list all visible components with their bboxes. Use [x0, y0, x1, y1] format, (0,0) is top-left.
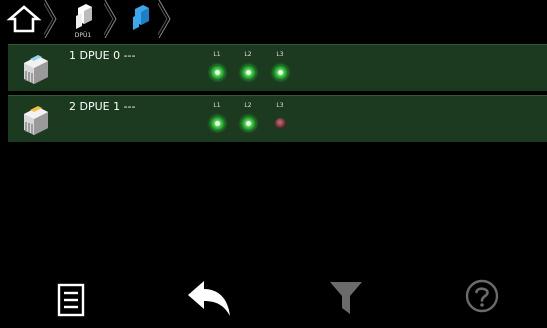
- back-button[interactable]: [186, 278, 230, 322]
- phase-l1: L1: [207, 51, 227, 80]
- home-icon: [6, 5, 42, 33]
- toolbar: [0, 268, 547, 328]
- filter-icon: [330, 282, 362, 314]
- status-led: [274, 118, 286, 129]
- status-led: [240, 116, 256, 131]
- breadcrumb-separator: [44, 0, 57, 38]
- filter-button[interactable]: [326, 278, 370, 322]
- breadcrumb-separator: [104, 0, 117, 38]
- list-button[interactable]: [54, 278, 98, 322]
- dpu-device-icon: [76, 4, 92, 29]
- status-led: [209, 65, 225, 80]
- phase-label: L3: [276, 102, 284, 109]
- help-button[interactable]: [460, 278, 504, 322]
- dpu-device-warning-icon: [24, 106, 48, 135]
- breadcrumb-dpu-current[interactable]: [128, 3, 154, 33]
- phase-l1: L1: [207, 102, 227, 131]
- phase-label: L1: [213, 102, 221, 109]
- breadcrumb-dpu-group[interactable]: DPÜ1: [68, 2, 98, 39]
- status-led: [272, 65, 288, 80]
- breadcrumb-dpu-label: DPÜ1: [74, 32, 92, 39]
- status-led: [209, 116, 225, 131]
- breadcrumb-home[interactable]: [6, 4, 42, 34]
- phase-l2: L2: [238, 102, 258, 131]
- phase-l3: L3: [270, 102, 290, 129]
- phase-label: L2: [244, 102, 252, 109]
- device-row[interactable]: 2 DPUE 1 --- L1 L2 L3: [8, 95, 547, 142]
- phase-label: L1: [213, 51, 221, 58]
- status-led: [240, 65, 256, 80]
- dpu-device-icon: [24, 55, 48, 84]
- device-title: 2 DPUE 1 ---: [69, 100, 136, 113]
- phase-label: L3: [276, 51, 284, 58]
- breadcrumb: DPÜ1: [0, 0, 547, 42]
- list-icon: [57, 283, 85, 317]
- help-icon: [465, 279, 499, 313]
- phase-l2: L2: [238, 51, 258, 80]
- dpu-device-icon: [133, 5, 149, 30]
- breadcrumb-separator: [158, 0, 171, 38]
- phase-label: L2: [244, 51, 252, 58]
- device-title: 1 DPUE 0 ---: [69, 49, 136, 62]
- phase-l3: L3: [270, 51, 290, 80]
- back-icon: [188, 281, 230, 316]
- device-row[interactable]: 1 DPUE 0 --- L1 L2 L3: [8, 44, 547, 91]
